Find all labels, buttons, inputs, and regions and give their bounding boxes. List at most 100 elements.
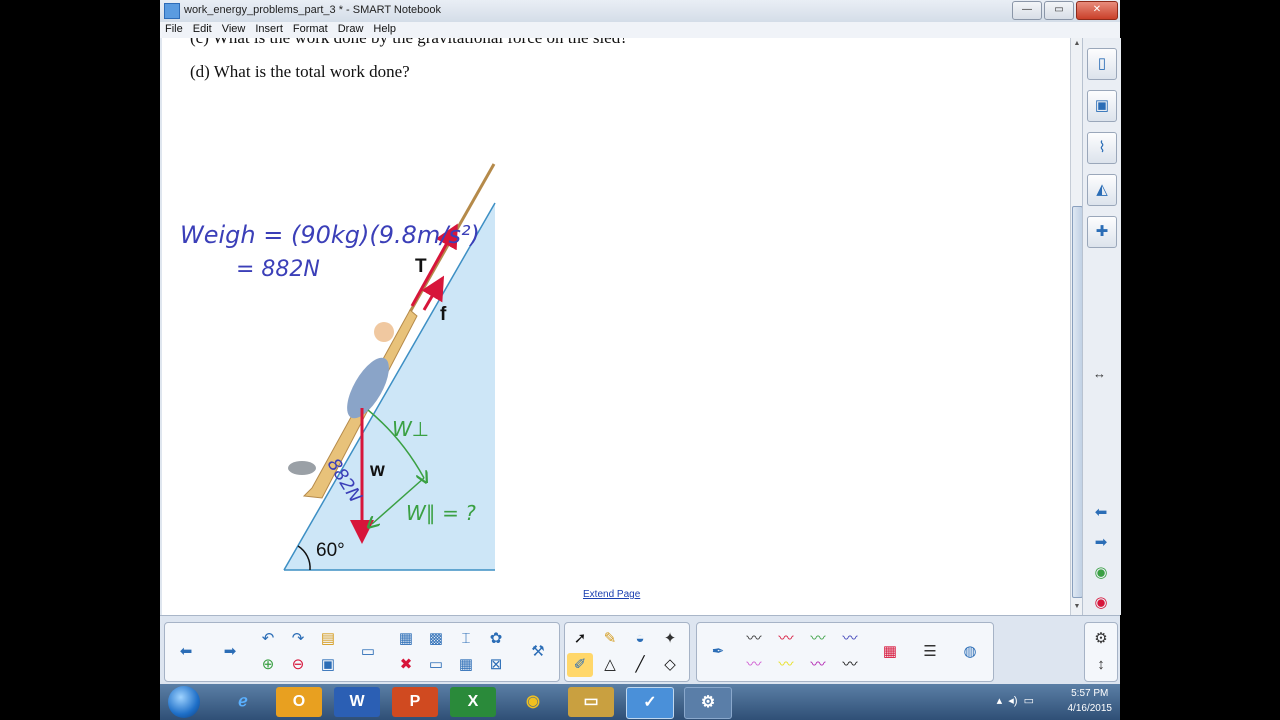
addons-icon[interactable]: ✚ [1087, 216, 1117, 248]
clock-date: 4/16/2015 [1067, 703, 1113, 714]
previous-page-button-icon[interactable]: ⬅ [173, 640, 199, 664]
pen-style-8-icon[interactable]: 〰 [837, 653, 863, 677]
tools-icon[interactable]: ⚒ [525, 640, 551, 664]
powerpoint-icon[interactable]: P [392, 687, 438, 717]
pen-style-7-icon[interactable]: 〰 [805, 653, 831, 677]
windows-taskbar: ℯ O W P X ◉ ▭ ✓ ⚙ ▴ ◂) ▭ 5:57 PM 4/16/20… [160, 684, 1120, 720]
magic-pen-icon[interactable]: ✦ [657, 627, 683, 651]
explorer-icon[interactable]: ▭ [568, 687, 614, 717]
pen-icon[interactable]: ✎ [597, 627, 623, 651]
menu-help[interactable]: Help [368, 22, 401, 38]
ie-icon[interactable]: ℯ [220, 687, 266, 717]
handwritten-weight-eq: Weigh = (90kg)(9.8m/s²) [180, 221, 480, 249]
properties-icon[interactable]: ◭ [1087, 174, 1117, 206]
line-width-icon[interactable]: ☰ [917, 640, 943, 664]
notebook-icon[interactable]: ✓ [626, 687, 674, 719]
move-toolbar-icon[interactable]: ↕ [1088, 653, 1114, 677]
friction-label: f [440, 304, 447, 325]
excel-icon[interactable]: X [450, 687, 496, 717]
gallery-toolbar-icon[interactable]: ✿ [483, 627, 509, 651]
pen-style-3-icon[interactable]: 〰 [805, 627, 831, 651]
attachments-icon[interactable]: ⌇ [1087, 132, 1117, 164]
next-page-button-icon[interactable]: ➡ [217, 640, 243, 664]
previous-page-icon[interactable]: ⬅ [1087, 498, 1115, 528]
eraser-icon[interactable]: ◒ [627, 627, 653, 651]
minimize-button[interactable]: — [1012, 1, 1042, 20]
menu-bar: File Edit View Insert Format Draw Help [160, 22, 1120, 38]
open-file-icon[interactable]: ▤ [315, 627, 341, 651]
add-page-icon[interactable]: ◉ [1087, 558, 1115, 588]
scroll-up-icon[interactable]: ▲ [1072, 40, 1082, 50]
maximize-button[interactable]: ▭ [1044, 1, 1074, 20]
chrome-icon[interactable]: ◉ [510, 687, 556, 717]
scroll-down-icon[interactable]: ▼ [1072, 603, 1082, 613]
pen-style-6-icon[interactable]: 〰 [773, 653, 799, 677]
menu-file[interactable]: File [160, 22, 188, 38]
shape-icon[interactable]: △ [597, 653, 623, 677]
settings-gear-icon[interactable]: ⚙ [1088, 627, 1114, 651]
redo-icon[interactable]: ↷ [285, 627, 311, 651]
menu-edit[interactable]: Edit [188, 22, 217, 38]
menu-format[interactable]: Format [288, 22, 333, 38]
paste-icon[interactable]: ▦ [393, 627, 419, 651]
pen-style-1-icon[interactable]: 〰 [741, 627, 767, 651]
app-icon [164, 3, 180, 19]
next-page-icon[interactable]: ➡ [1087, 528, 1115, 558]
add-page-button-icon[interactable]: ⊕ [255, 653, 281, 677]
resize-arrows-icon[interactable]: ↔ [1093, 366, 1106, 381]
smart-tools-icon[interactable]: ⚙ [684, 687, 732, 719]
page-sorter-icon[interactable]: ▯ [1087, 48, 1117, 80]
ink-pens-icon[interactable]: ✐ [567, 653, 593, 677]
toolbar-group-settings: ⚙ ↕ [1084, 622, 1118, 682]
handwritten-weight-result: = 882N [236, 257, 320, 282]
extend-page-link[interactable]: Extend Page [583, 589, 640, 600]
close-panel-icon[interactable]: ⊠ [483, 653, 509, 677]
menu-insert[interactable]: Insert [250, 22, 288, 38]
weight-label: w [369, 460, 385, 481]
bottom-toolbar: ⬅ ➡ ↶ ↷ ▤ ⊕ ⊖ ▣ ▭ ▦ ▩ ⌶ ✿ ✖ ▭ ▦ ⊠ ⚒ ➚ ✎ … [160, 615, 1120, 685]
pen-style-5-icon[interactable]: 〰 [741, 653, 767, 677]
menu-draw[interactable]: Draw [333, 22, 369, 38]
toolbar-group-pen-styles: ✒ 〰 〰 〰 〰 〰 〰 〰 〰 ▦ ☰ ◍ [696, 622, 994, 682]
tension-label: T [415, 256, 427, 277]
select-icon[interactable]: ➚ [567, 627, 593, 651]
table-icon[interactable]: ⌶ [453, 627, 479, 651]
color-palette-icon[interactable]: ▦ [877, 640, 903, 664]
pen-style-2-icon[interactable]: 〰 [773, 627, 799, 651]
menu-view[interactable]: View [217, 22, 251, 38]
angle-label: 60° [316, 540, 345, 561]
insert-picture-icon[interactable]: ▩ [423, 627, 449, 651]
notebook-page[interactable]: (c) What is the work done by the gravita… [162, 38, 1070, 615]
word-icon[interactable]: W [334, 687, 380, 717]
pen-style-icon[interactable]: ✒ [705, 640, 731, 664]
toolbar-group-select: ➚ ✎ ◒ ✦ ✐ △ ╱ ◇ [564, 622, 690, 682]
boot [288, 461, 316, 475]
line-icon[interactable]: ╱ [627, 653, 653, 677]
physics-diagram: 60° T f w Weigh = (90kg)(9.8m/s²) = 882N… [180, 163, 496, 571]
save-icon[interactable]: ▣ [315, 653, 341, 677]
smart-notebook-window: work_energy_problems_part_3 * - SMART No… [160, 0, 1121, 685]
clock[interactable]: 5:57 PM 4/16/2015 [1068, 686, 1113, 716]
side-tab-bar: ▯ ▣ ⌇ ◭ ✚ ↔ ⬅ ➡ ◉ ◉ [1082, 38, 1121, 615]
title-bar[interactable]: work_energy_problems_part_3 * - SMART No… [160, 0, 1120, 22]
delete-page-button-icon[interactable]: ⊖ [285, 653, 311, 677]
person-head [374, 322, 394, 342]
delete-page-icon[interactable]: ◉ [1087, 588, 1115, 618]
transparency-icon[interactable]: ◍ [957, 640, 983, 664]
grid-icon[interactable]: ▦ [453, 653, 479, 677]
delete-icon[interactable]: ✖ [393, 653, 419, 677]
fill-icon[interactable]: ◇ [657, 653, 683, 677]
outlook-icon[interactable]: O [276, 687, 322, 717]
start-button[interactable] [168, 686, 200, 718]
handwritten-w-perp: W⊥ [392, 417, 429, 441]
gallery-icon[interactable]: ▣ [1087, 90, 1117, 122]
window-title: work_energy_problems_part_3 * - SMART No… [184, 4, 442, 16]
system-tray-icons[interactable]: ▴ ◂) ▭ [997, 694, 1034, 707]
pen-style-4-icon[interactable]: 〰 [837, 627, 863, 651]
handwritten-w-parallel: W∥ = ? [406, 501, 476, 525]
display-icon[interactable]: ▭ [423, 653, 449, 677]
clock-time: 5:57 PM [1071, 688, 1109, 699]
screen-shade-icon[interactable]: ▭ [355, 640, 381, 664]
undo-icon[interactable]: ↶ [255, 627, 281, 651]
close-button[interactable]: ✕ [1076, 1, 1118, 20]
